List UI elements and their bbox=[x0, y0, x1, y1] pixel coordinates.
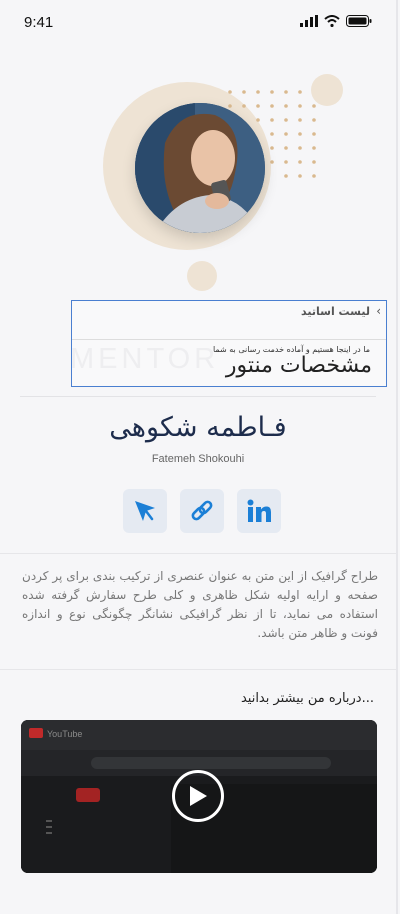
play-button[interactable] bbox=[172, 770, 224, 822]
divider bbox=[0, 669, 396, 670]
phone-screen: 9:41 MENTOR ‹ لیست اساتید ما در اینجا هس… bbox=[0, 0, 398, 914]
wifi-icon bbox=[324, 15, 340, 27]
send-icon bbox=[135, 501, 155, 521]
linkedin-icon bbox=[247, 499, 271, 522]
divider bbox=[72, 339, 386, 340]
intro-video[interactable]: YouTube bbox=[21, 720, 377, 873]
divider bbox=[0, 553, 396, 554]
chevron-back-icon[interactable]: ‹ bbox=[376, 304, 381, 318]
link-button[interactable] bbox=[180, 489, 224, 533]
battery-icon bbox=[346, 15, 372, 27]
mentor-name-fa: فـاطمه شکوهی bbox=[109, 412, 287, 443]
avatar-photo bbox=[135, 103, 265, 233]
back-link-mentors-list[interactable]: لیست اساتید bbox=[301, 305, 370, 318]
signal-icon bbox=[300, 15, 318, 27]
decor-circle-bottom bbox=[187, 261, 217, 291]
social-links bbox=[123, 489, 281, 533]
mentor-bio: طراح گرافیک از این متن به عنوان عنصری از… bbox=[22, 569, 378, 640]
link-icon bbox=[191, 500, 213, 521]
play-icon bbox=[190, 786, 207, 806]
send-button[interactable] bbox=[123, 489, 167, 533]
video-youtube-label: YouTube bbox=[47, 729, 82, 739]
linkedin-button[interactable] bbox=[237, 489, 281, 533]
status-bar: 9:41 bbox=[0, 0, 396, 44]
avatar bbox=[135, 103, 265, 233]
page-title: مشخصات منتور bbox=[225, 353, 372, 378]
status-icons bbox=[300, 15, 372, 27]
mentor-header-card: ‹ لیست اساتید ما در اینجا هستیم و آماده … bbox=[71, 300, 387, 387]
mentor-name-en: Fatemeh Shokouhi bbox=[151, 453, 245, 465]
profile-hero bbox=[100, 70, 350, 300]
status-time: 9:41 bbox=[24, 14, 54, 31]
section-title-about: ...درباره من بیشتر بدانید bbox=[240, 691, 374, 706]
divider bbox=[20, 396, 376, 397]
